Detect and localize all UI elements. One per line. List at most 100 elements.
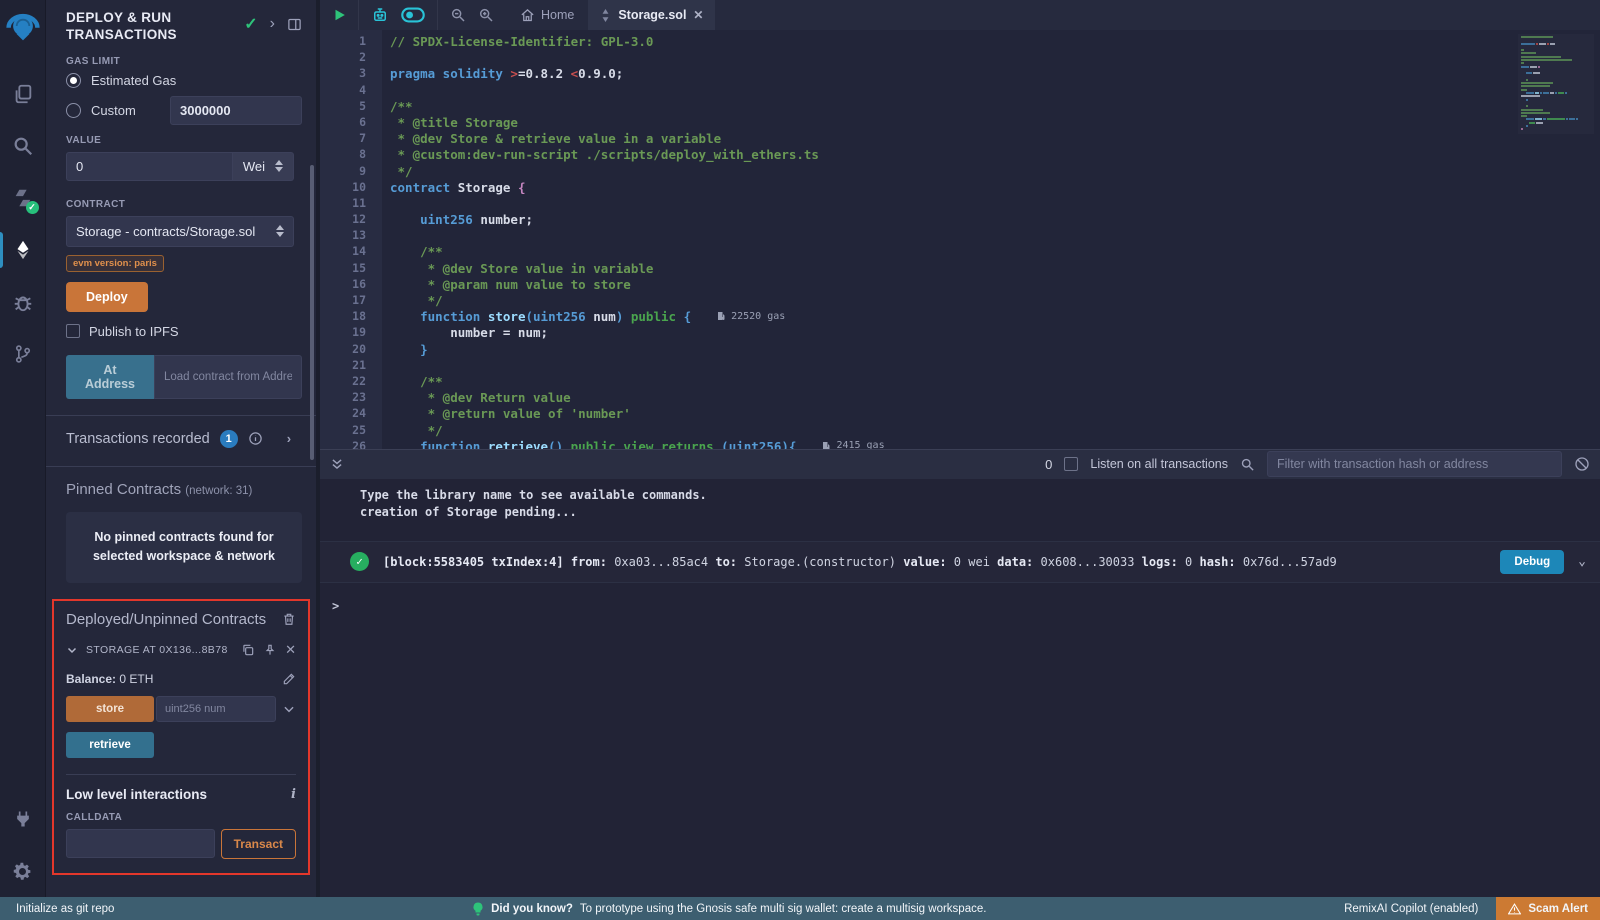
deploy-button[interactable]: Deploy xyxy=(66,282,148,312)
deployed-contracts-highlight-box: Deployed/Unpinned Contracts STORAGE AT 0… xyxy=(52,599,310,875)
listen-all-checkbox[interactable] xyxy=(1064,457,1078,471)
git-icon[interactable] xyxy=(0,328,46,380)
terminal-search-icon xyxy=(1240,457,1255,472)
code-line: * @title Storage xyxy=(390,115,1600,131)
tab-storage-sol[interactable]: Storage.sol ✕ xyxy=(588,0,715,30)
terminal-prompt[interactable]: > xyxy=(320,583,1600,613)
balance-text: Balance: 0 ETH xyxy=(66,672,153,686)
terminal-collapse-icon[interactable] xyxy=(330,457,344,471)
trash-icon[interactable] xyxy=(282,612,296,626)
close-contract-icon[interactable]: ✕ xyxy=(285,642,296,658)
transact-button[interactable]: Transact xyxy=(221,829,296,859)
deploy-run-icon[interactable] xyxy=(0,224,46,276)
code-line: pragma solidity >=0.8.2 <0.9.0; xyxy=(390,66,1600,82)
info-icon[interactable] xyxy=(248,431,263,446)
estimated-gas-radio[interactable] xyxy=(66,73,81,88)
editor-toolbar: Home Storage.sol ✕ xyxy=(320,0,1600,30)
run-script-icon[interactable] xyxy=(332,8,346,22)
ai-copilot-robot-icon[interactable] xyxy=(371,6,389,24)
low-level-title: Low level interactions xyxy=(66,787,207,802)
estimated-gas-label: Estimated Gas xyxy=(91,73,176,88)
retrieve-function-button[interactable]: retrieve xyxy=(66,732,154,758)
code-line xyxy=(390,358,1600,374)
transaction-filter-input[interactable] xyxy=(1267,451,1562,477)
value-input[interactable] xyxy=(66,152,233,181)
contract-select[interactable]: Storage - contracts/Storage.sol xyxy=(66,216,294,247)
debugger-icon[interactable] xyxy=(0,276,46,328)
tab-home[interactable]: Home xyxy=(506,0,588,30)
tx-expand-icon[interactable]: ⌄ xyxy=(1578,554,1586,569)
value-unit-select[interactable]: Wei xyxy=(233,152,294,181)
remix-logo-icon[interactable] xyxy=(5,8,41,44)
plugin-manager-icon[interactable] xyxy=(0,793,46,845)
git-init-button[interactable]: Initialize as git repo xyxy=(0,903,114,915)
custom-gas-radio[interactable] xyxy=(66,103,81,118)
gas-estimate-badge: 22520 gas xyxy=(717,311,785,322)
gas-limit-label: GAS LIMIT xyxy=(66,56,302,67)
custom-gas-label: Custom xyxy=(91,103,136,118)
transactions-expand-icon[interactable]: › xyxy=(287,431,291,446)
terminal[interactable]: Type the library name to see available c… xyxy=(320,479,1600,898)
expand-args-icon[interactable] xyxy=(282,702,296,716)
custom-gas-input[interactable] xyxy=(170,96,302,125)
terminal-tx-count: 0 xyxy=(1045,457,1052,472)
zoom-out-icon[interactable] xyxy=(450,7,466,23)
unit-updown-icon xyxy=(275,160,283,172)
tab-close-icon[interactable]: ✕ xyxy=(693,8,703,22)
value-label: VALUE xyxy=(66,135,302,146)
did-you-know-tip: Did you know? To prototype using the Gno… xyxy=(114,902,1344,916)
solidity-compiler-icon[interactable]: ✓ xyxy=(0,172,46,224)
tx-log-text: [block:5583405 txIndex:4] from: 0xa03...… xyxy=(383,555,1490,569)
compile-success-badge: ✓ xyxy=(26,201,39,214)
panel-forward-icon[interactable]: › xyxy=(270,15,275,33)
copilot-toggle-icon[interactable] xyxy=(401,7,425,23)
code-line: /** xyxy=(390,374,1600,390)
app-window: ✓ DEPLOY & RUN TRANSACTIONS ✓ › GAS xyxy=(0,0,1600,897)
zoom-in-icon[interactable] xyxy=(478,7,494,23)
contract-instance-label: STORAGE AT 0X136...8B78 xyxy=(86,644,233,656)
terminal-header: 0 Listen on all transactions xyxy=(320,449,1600,479)
gas-estimate-badge: 2415 gas xyxy=(822,440,884,448)
debug-button[interactable]: Debug xyxy=(1500,550,1564,574)
settings-gear-icon[interactable] xyxy=(0,845,46,897)
editor-minimap[interactable] xyxy=(1518,34,1594,134)
edit-icon[interactable] xyxy=(282,672,296,686)
code-line: * @return value of 'number' xyxy=(390,406,1600,422)
code-line: contract Storage { xyxy=(390,180,1600,196)
code-line: number = num; xyxy=(390,325,1600,341)
at-address-button[interactable]: At Address xyxy=(66,355,154,399)
code-line: // SPDX-License-Identifier: GPL-3.0 xyxy=(390,34,1600,50)
at-address-input[interactable] xyxy=(154,355,302,399)
code-line xyxy=(390,196,1600,212)
pinned-network-label: (network: 31) xyxy=(185,485,252,497)
code-line: /** xyxy=(390,244,1600,260)
code-line: uint256 number; xyxy=(390,212,1600,228)
low-level-info-icon[interactable]: i xyxy=(291,787,296,802)
publish-ipfs-label: Publish to IPFS xyxy=(89,324,179,339)
search-icon[interactable] xyxy=(0,120,46,172)
file-explorer-icon[interactable] xyxy=(0,68,46,120)
transaction-log-row[interactable]: ✓ [block:5583405 txIndex:4] from: 0xa03.… xyxy=(320,541,1600,583)
pin-panel-icon[interactable] xyxy=(287,17,302,32)
calldata-label: CALLDATA xyxy=(66,812,296,823)
publish-ipfs-checkbox[interactable] xyxy=(66,324,80,338)
panel-scrollbar[interactable] xyxy=(310,165,314,460)
calldata-input[interactable] xyxy=(66,829,215,858)
lightbulb-icon xyxy=(472,902,484,916)
terminal-line: Type the library name to see available c… xyxy=(360,487,1600,504)
code-line: function store(uint256 num) public {2252… xyxy=(390,309,1600,325)
store-function-button[interactable]: store xyxy=(66,696,154,722)
pin-icon[interactable] xyxy=(263,643,277,657)
contract-label: CONTRACT xyxy=(66,199,302,210)
code-editor[interactable]: 1234567891011121314151617181920212223242… xyxy=(320,30,1600,449)
copy-icon[interactable] xyxy=(241,643,255,657)
deploy-run-panel: DEPLOY & RUN TRANSACTIONS ✓ › GAS LIMIT … xyxy=(46,0,320,897)
copilot-status[interactable]: RemixAI Copilot (enabled) xyxy=(1344,903,1478,915)
transactions-count-badge: 1 xyxy=(220,430,238,448)
code-line: */ xyxy=(390,423,1600,439)
code-line: * @dev Store & retrieve value in a varia… xyxy=(390,131,1600,147)
collapse-chevron-icon[interactable] xyxy=(66,644,78,656)
scam-alert-button[interactable]: Scam Alert xyxy=(1496,897,1600,920)
clear-filter-ban-icon[interactable] xyxy=(1574,456,1590,472)
store-arg-input[interactable] xyxy=(156,696,276,722)
